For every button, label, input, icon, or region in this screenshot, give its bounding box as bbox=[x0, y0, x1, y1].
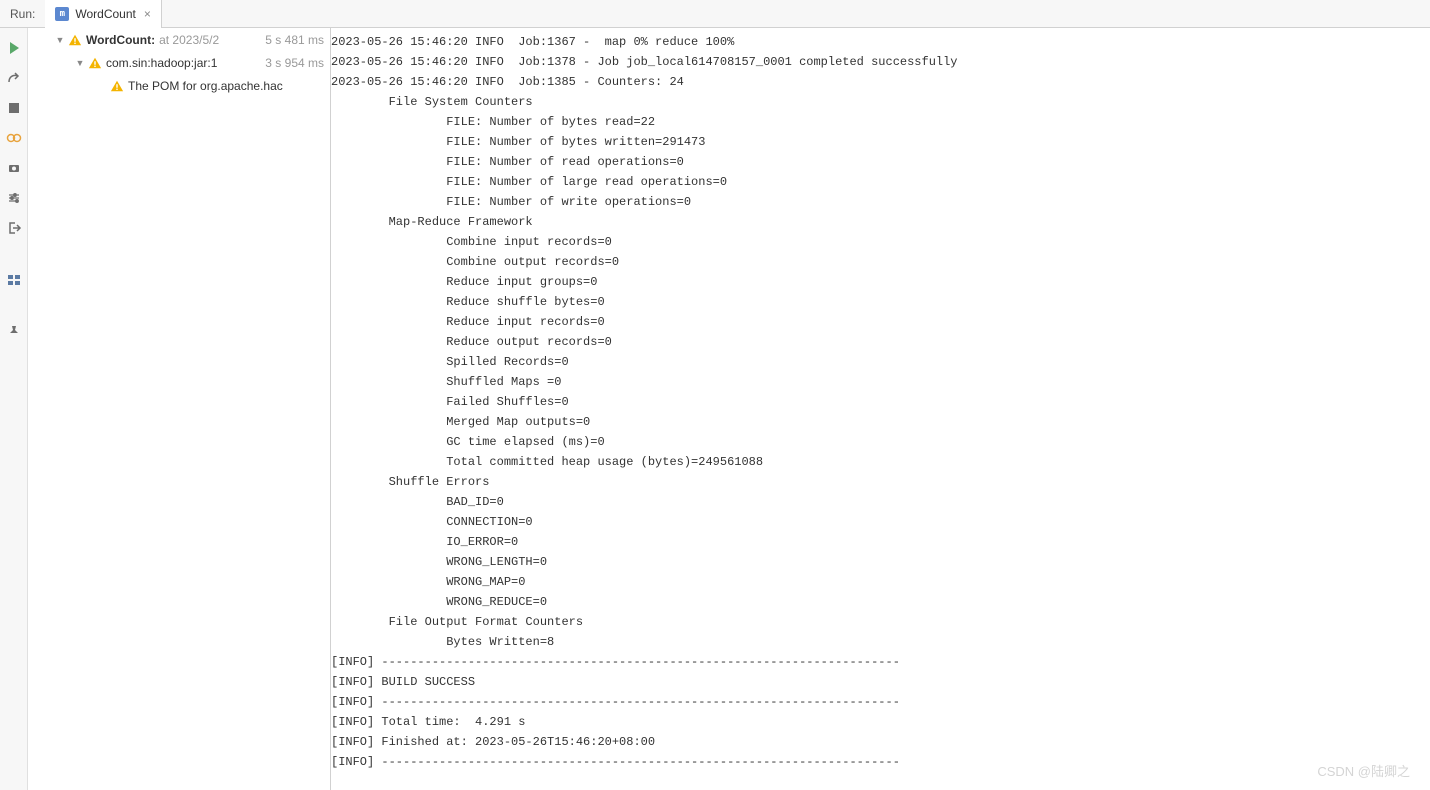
tree-time: 3 s 954 ms bbox=[265, 56, 330, 70]
tree-toggle-icon[interactable]: ▼ bbox=[74, 58, 86, 68]
tree-toggle-icon[interactable]: ▼ bbox=[54, 35, 66, 45]
run-label: Run: bbox=[0, 7, 45, 21]
dump-threads-icon[interactable] bbox=[6, 160, 22, 176]
settings-icon[interactable] bbox=[6, 190, 22, 206]
warning-icon bbox=[68, 33, 82, 47]
main-area: ▼ WordCount: at 2023/5/2 5 s 481 ms ▼ co… bbox=[0, 28, 1430, 790]
console-output[interactable]: 2023-05-26 15:46:20 INFO Job:1367 - map … bbox=[331, 28, 1430, 790]
show-warnings-icon[interactable] bbox=[6, 130, 22, 146]
tree-label: com.sin:hadoop:jar:1 bbox=[106, 56, 217, 70]
tree-time: 5 s 481 ms bbox=[265, 33, 330, 47]
rerun-icon[interactable] bbox=[6, 40, 22, 56]
layout-icon[interactable] bbox=[6, 272, 22, 288]
tree-label: The POM for org.apache.hac bbox=[128, 79, 283, 93]
console-text: 2023-05-26 15:46:20 INFO Job:1367 - map … bbox=[331, 28, 1430, 772]
stop-icon[interactable] bbox=[6, 100, 22, 116]
maven-icon: m bbox=[55, 7, 69, 21]
tree-label: WordCount: bbox=[86, 33, 155, 47]
tree-row-leaf[interactable]: The POM for org.apache.hac bbox=[28, 74, 330, 97]
close-icon[interactable]: × bbox=[142, 7, 153, 21]
warning-icon bbox=[110, 79, 124, 93]
top-bar: Run: m WordCount × bbox=[0, 0, 1430, 28]
tool-gutter bbox=[0, 28, 28, 790]
run-tab[interactable]: m WordCount × bbox=[45, 0, 162, 28]
pin-icon[interactable] bbox=[6, 324, 22, 340]
warning-icon bbox=[88, 56, 102, 70]
test-tree-panel: ▼ WordCount: at 2023/5/2 5 s 481 ms ▼ co… bbox=[28, 28, 331, 790]
debug-icon[interactable] bbox=[6, 70, 22, 86]
tree-subtext: at 2023/5/2 bbox=[159, 33, 219, 47]
tree-row-root[interactable]: ▼ WordCount: at 2023/5/2 5 s 481 ms bbox=[28, 28, 330, 51]
tree-row-module[interactable]: ▼ com.sin:hadoop:jar:1 3 s 954 ms bbox=[28, 51, 330, 74]
run-tab-label: WordCount bbox=[75, 7, 135, 21]
exit-icon[interactable] bbox=[6, 220, 22, 236]
